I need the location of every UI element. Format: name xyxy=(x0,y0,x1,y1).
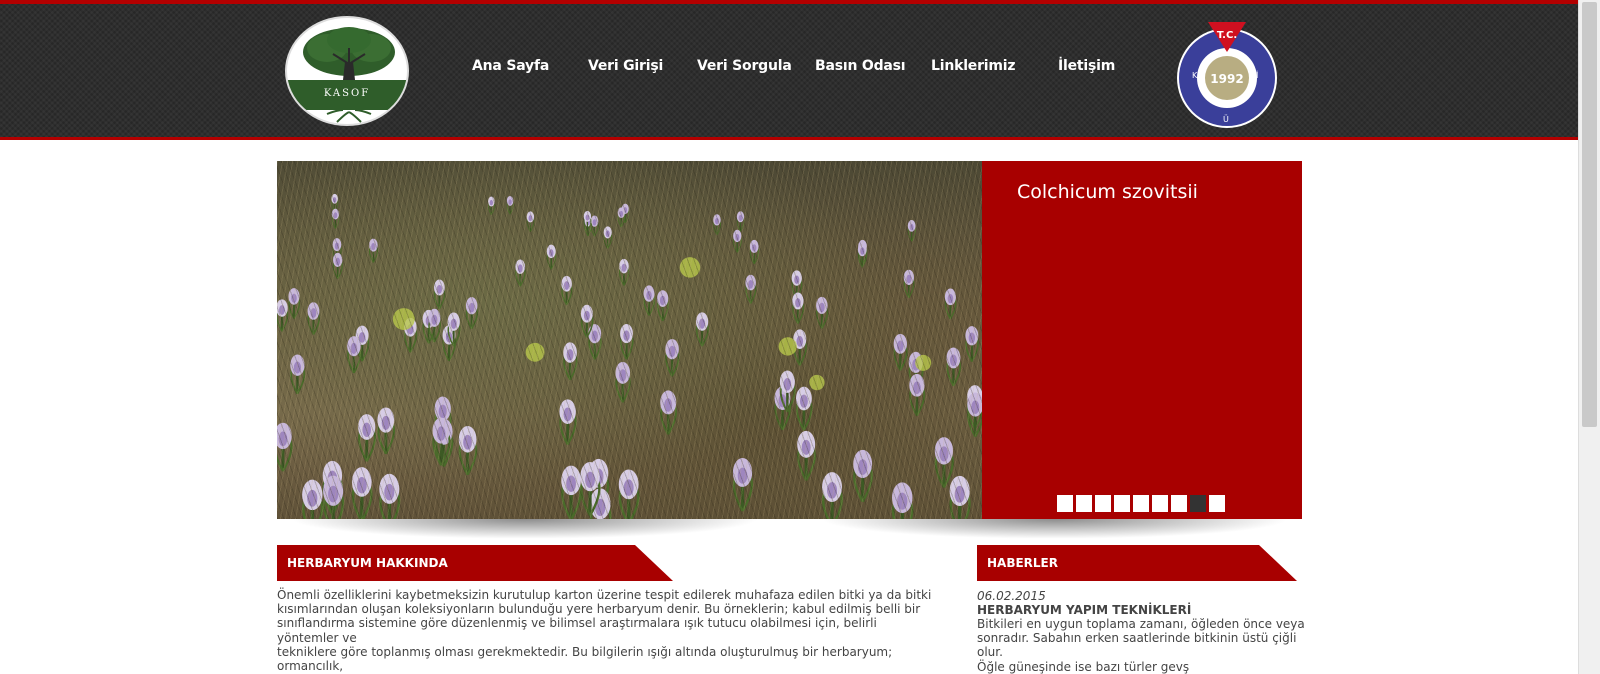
slider-dot[interactable] xyxy=(1114,495,1130,512)
slide-title: Colchicum szovitsii xyxy=(1017,181,1198,203)
news-item[interactable]: 06.02.2015 HERBARYUM YAPIM TEKNİKLERİ Bi… xyxy=(977,589,1317,674)
nav-item-basin-odasi[interactable]: Basın Odası xyxy=(815,58,906,74)
news-heading: HABERLER xyxy=(977,545,1297,581)
news-body-line: Bitkileri en uygun toplama zamanı, öğled… xyxy=(977,617,1305,631)
about-text-line: kısımlarından oluşan koleksiyonların bul… xyxy=(277,602,921,617)
about-heading: HERBARYUM HAKKINDA xyxy=(277,545,673,581)
slider-dot[interactable] xyxy=(1190,495,1206,512)
slider-dot[interactable] xyxy=(1057,495,1073,512)
university-logo[interactable]: 1992 T.C. K İ Ü xyxy=(1168,22,1286,128)
slider-dot[interactable] xyxy=(1171,495,1187,512)
news-body-line: Öğle güneşinde ise bazı türler gevş xyxy=(977,659,1190,674)
svg-text:Ü: Ü xyxy=(1223,114,1229,124)
slider-dot[interactable] xyxy=(1152,495,1168,512)
nav-item-ana-sayfa[interactable]: Ana Sayfa xyxy=(472,58,549,74)
slider-dot[interactable] xyxy=(1209,495,1225,512)
about-text-line: Önemli özelliklerini kaybetmeksizin kuru… xyxy=(277,588,932,602)
about-text: Önemli özelliklerini kaybetmeksizin kuru… xyxy=(277,588,937,674)
slider-pagination xyxy=(1057,495,1225,512)
slider-dot[interactable] xyxy=(1095,495,1111,512)
nav-item-veri-girisi[interactable]: Veri Girişi xyxy=(588,58,663,74)
news-body-line: sonradır. Sabahın erken saatlerinde bitk… xyxy=(977,631,1297,660)
svg-text:K: K xyxy=(1192,71,1198,80)
slider-shadow-left xyxy=(290,519,760,539)
news-body: Bitkileri en uygun toplama zamanı, öğled… xyxy=(977,617,1317,674)
main-nav: Ana Sayfa Veri Girişi Veri Sorgula Basın… xyxy=(0,58,1578,82)
vertical-scrollbar[interactable] xyxy=(1578,0,1600,674)
slider-dot[interactable] xyxy=(1133,495,1149,512)
site-header: KASOF Ana Sayfa Veri Girişi Veri Sorgula… xyxy=(0,0,1578,140)
about-text-line: tekniklere göre toplanmış olması gerekme… xyxy=(277,644,893,674)
slider-dot[interactable] xyxy=(1076,495,1092,512)
slider-caption-panel: Colchicum szovitsii xyxy=(982,161,1302,519)
nav-item-veri-sorgula[interactable]: Veri Sorgula xyxy=(697,58,792,74)
slider-shadow-right xyxy=(820,519,1290,539)
scrollbar-thumb[interactable] xyxy=(1582,2,1597,427)
news-title[interactable]: HERBARYUM YAPIM TEKNİKLERİ xyxy=(977,603,1317,617)
logo-text: KASOF xyxy=(323,88,371,99)
photo-texture xyxy=(277,161,982,519)
slider-image xyxy=(277,161,982,519)
svg-text:1992: 1992 xyxy=(1210,72,1243,86)
nav-item-linklerimiz[interactable]: Linklerimiz xyxy=(931,58,1016,74)
news-date: 06.02.2015 xyxy=(977,589,1046,603)
about-text-line: sınıflandırma sistemine göre düzenlenmiş… xyxy=(277,616,877,645)
svg-text:İ: İ xyxy=(1256,70,1258,80)
university-seal-icon: 1992 T.C. K İ Ü xyxy=(1177,22,1277,128)
svg-text:T.C.: T.C. xyxy=(1217,30,1237,41)
nav-item-iletisim[interactable]: İletişim xyxy=(1058,58,1115,74)
